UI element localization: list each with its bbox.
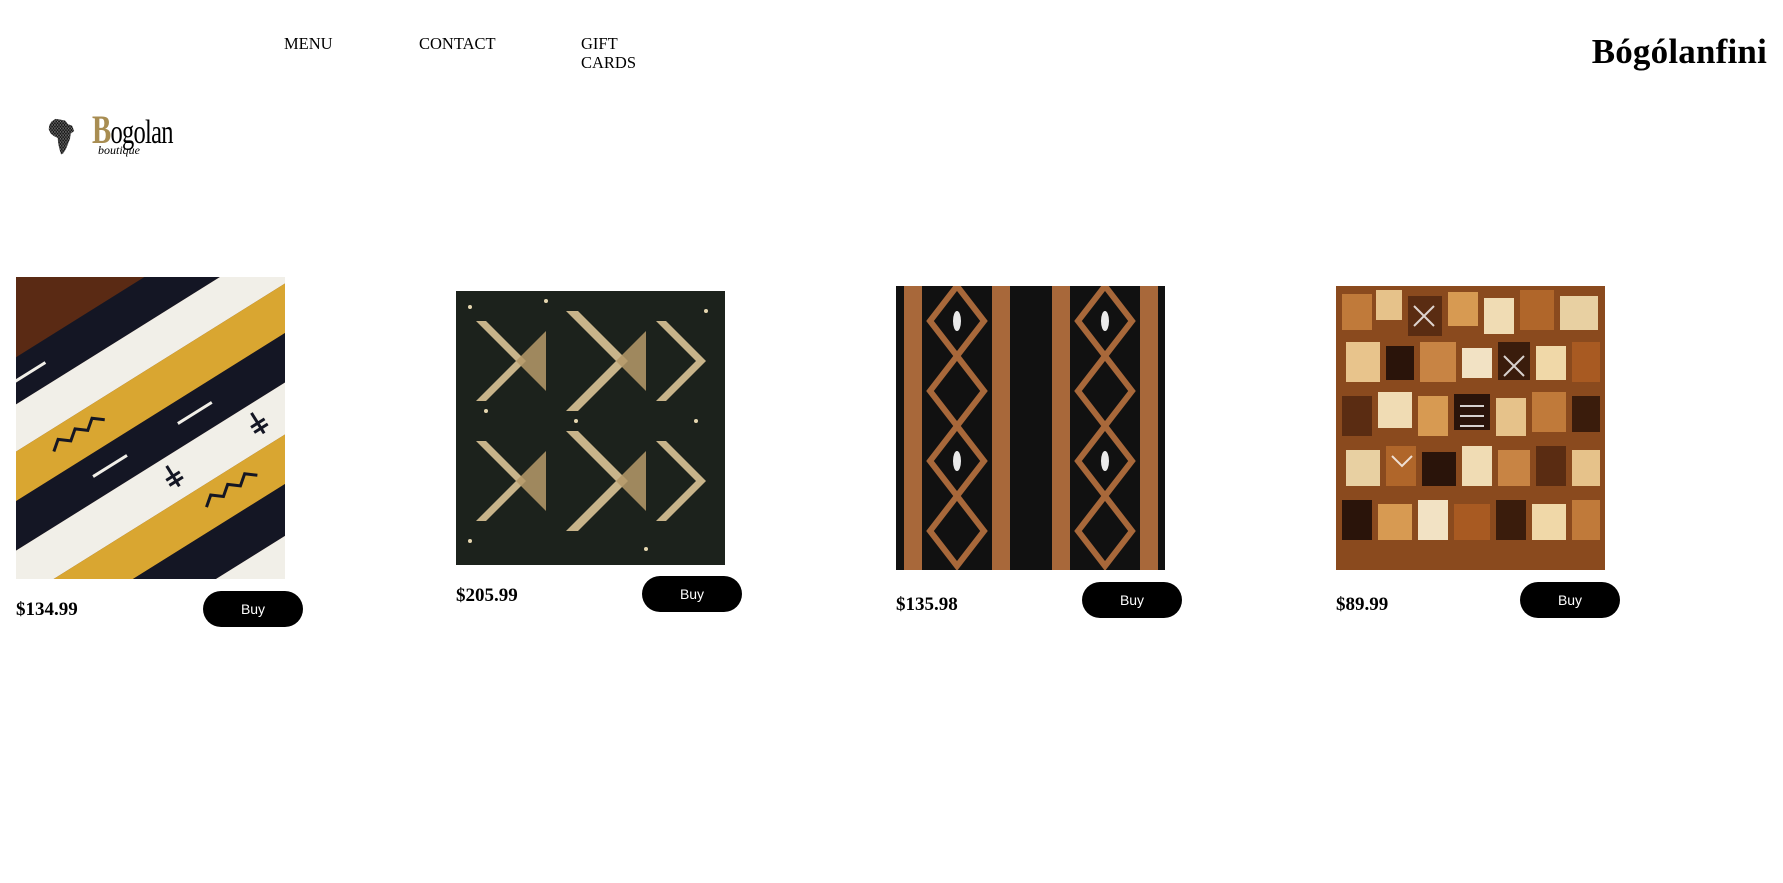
nav-menu-link[interactable]: MENU [284,34,333,53]
product-price: $135.98 [896,594,958,615]
product-image[interactable] [896,286,1165,570]
product-price: $134.99 [16,599,78,620]
product-image[interactable] [16,277,285,579]
nav-contact-link[interactable]: CONTACT [419,34,496,53]
product-price: $205.99 [456,585,518,606]
buy-button[interactable]: Buy [642,576,742,612]
product-image[interactable] [456,291,725,565]
product-price: $89.99 [1336,594,1389,615]
brand-title: Bógólanfini [1591,32,1767,71]
logo-subtext: boutique [98,143,140,157]
buy-button[interactable]: Buy [1520,582,1620,618]
buy-button[interactable]: Buy [203,591,303,627]
nav-gift-cards-link[interactable]: GIFT CARDS [581,34,641,72]
product-image[interactable] [1336,286,1605,570]
buy-button[interactable]: Buy [1082,582,1182,618]
